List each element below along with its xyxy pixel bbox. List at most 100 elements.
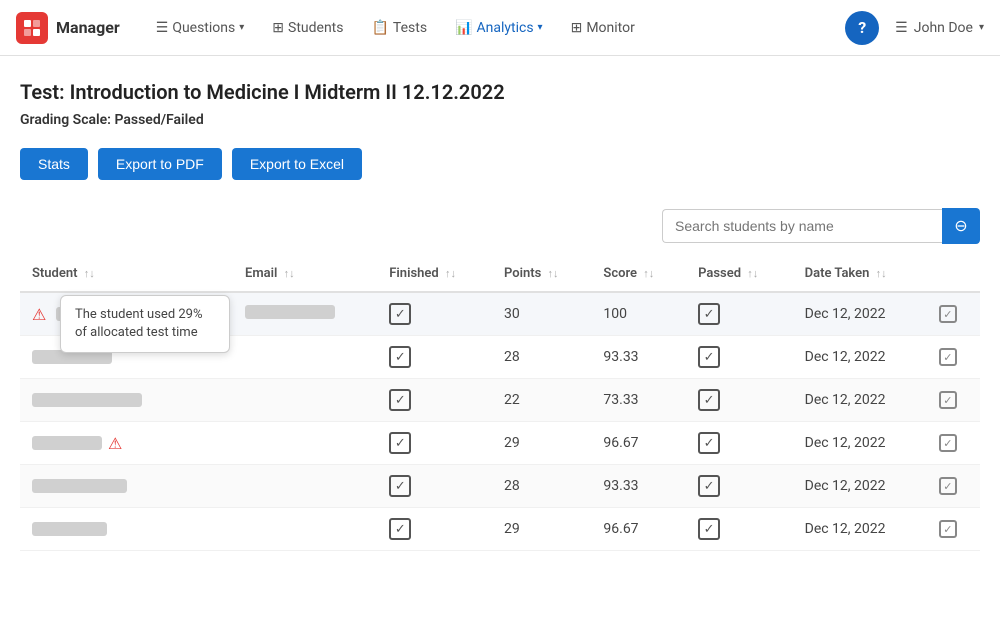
search-wrap: ⊖	[662, 208, 980, 244]
grading-scale: Grading Scale: Passed/Failed	[20, 112, 980, 128]
points-cell: 22	[492, 379, 591, 422]
questions-icon: ☰	[156, 20, 169, 36]
nav-monitor[interactable]: ⊞ Monitor	[559, 12, 647, 44]
nav-questions[interactable]: ☰ Questions ▾	[144, 12, 257, 44]
warning-icon: ⚠	[32, 305, 46, 324]
user-name: John Doe	[914, 20, 973, 36]
row-action-icon[interactable]: ✓	[939, 305, 957, 323]
nav-analytics[interactable]: 📊 Analytics ▾	[443, 12, 555, 44]
student-name-bar	[32, 479, 127, 493]
user-menu-icon: ☰	[895, 20, 908, 36]
students-label: Students	[288, 20, 343, 36]
passed-check-icon: ✓	[698, 303, 720, 325]
finished-check-icon: ✓	[389, 303, 411, 325]
row-action-icon[interactable]: ✓	[939, 520, 957, 538]
points-cell: 29	[492, 422, 591, 465]
score-cell: 93.33	[591, 336, 686, 379]
finished-cell: ✓	[377, 379, 492, 422]
passed-check-icon: ✓	[698, 389, 720, 411]
passed-cell: ✓	[686, 508, 793, 551]
passed-cell: ✓	[686, 336, 793, 379]
score-sort-icon: ↑↓	[643, 267, 654, 280]
monitor-label: Monitor	[586, 20, 635, 36]
passed-cell: ✓	[686, 292, 793, 336]
col-passed[interactable]: Passed ↑↓	[686, 256, 793, 292]
email-bar	[245, 305, 335, 319]
points-cell: 29	[492, 508, 591, 551]
analytics-arrow-icon: ▾	[538, 22, 543, 33]
user-arrow-icon: ▾	[979, 22, 984, 33]
passed-cell: ✓	[686, 422, 793, 465]
page-title: Test: Introduction to Medicine I Midterm…	[20, 80, 980, 104]
finished-check-icon: ✓	[389, 389, 411, 411]
nav-tests[interactable]: 📋 Tests	[359, 12, 439, 44]
search-button[interactable]: ⊖	[942, 208, 980, 244]
page-content: Test: Introduction to Medicine I Midterm…	[0, 56, 1000, 575]
table-body: ⚠The student used 29% of allocated test …	[20, 292, 980, 551]
email-cell	[233, 422, 377, 465]
student-cell	[20, 508, 233, 551]
row-action-icon[interactable]: ✓	[939, 348, 957, 366]
help-button[interactable]: ?	[845, 11, 879, 45]
export-pdf-button[interactable]: Export to PDF	[98, 148, 222, 180]
analytics-chart-icon: 📊	[455, 20, 472, 36]
action-cell: ✓	[927, 379, 980, 422]
questions-label: Questions	[172, 20, 235, 36]
row-action-icon[interactable]: ✓	[939, 434, 957, 452]
student-cell: ⚠The student used 29% of allocated test …	[20, 292, 233, 336]
brand[interactable]: Manager	[16, 12, 120, 44]
student-cell	[20, 465, 233, 508]
brand-icon	[16, 12, 48, 44]
student-sort-icon: ↑↓	[84, 267, 95, 280]
brand-name: Manager	[56, 18, 120, 37]
points-sort-icon: ↑↓	[548, 267, 559, 280]
passed-check-icon: ✓	[698, 475, 720, 497]
search-input[interactable]	[662, 209, 942, 243]
col-email[interactable]: Email ↑↓	[233, 256, 377, 292]
finished-check-icon: ✓	[389, 346, 411, 368]
date-cell: Dec 12, 2022	[793, 292, 927, 336]
col-date-taken[interactable]: Date Taken ↑↓	[793, 256, 927, 292]
students-table: Student ↑↓ Email ↑↓ Finished ↑↓ Points ↑…	[20, 256, 980, 551]
table-row: ✓2893.33✓Dec 12, 2022✓	[20, 465, 980, 508]
score-cell: 100	[591, 292, 686, 336]
warning-icon: ⚠	[108, 434, 122, 453]
table-row: ⚠✓2996.67✓Dec 12, 2022✓	[20, 422, 980, 465]
passed-check-icon: ✓	[698, 432, 720, 454]
table-row: ⚠The student used 29% of allocated test …	[20, 292, 980, 336]
nav-students[interactable]: ⊞ Students	[260, 12, 355, 44]
col-finished[interactable]: Finished ↑↓	[377, 256, 492, 292]
finished-check-icon: ✓	[389, 518, 411, 540]
passed-check-icon: ✓	[698, 518, 720, 540]
col-student[interactable]: Student ↑↓	[20, 256, 233, 292]
action-cell: ✓	[927, 422, 980, 465]
analytics-label: Analytics	[477, 20, 534, 36]
table-header: Student ↑↓ Email ↑↓ Finished ↑↓ Points ↑…	[20, 256, 980, 292]
table-row: ✓2273.33✓Dec 12, 2022✓	[20, 379, 980, 422]
col-score[interactable]: Score ↑↓	[591, 256, 686, 292]
email-cell	[233, 336, 377, 379]
export-excel-button[interactable]: Export to Excel	[232, 148, 362, 180]
students-grid-icon: ⊞	[272, 20, 284, 36]
col-points[interactable]: Points ↑↓	[492, 256, 591, 292]
row-action-icon[interactable]: ✓	[939, 391, 957, 409]
score-cell: 73.33	[591, 379, 686, 422]
action-buttons: Stats Export to PDF Export to Excel	[20, 148, 980, 180]
points-cell: 28	[492, 336, 591, 379]
col-actions	[927, 256, 980, 292]
email-sort-icon: ↑↓	[284, 267, 295, 280]
tests-label: Tests	[393, 20, 427, 36]
email-cell	[233, 379, 377, 422]
table-row: ✓2996.67✓Dec 12, 2022✓	[20, 508, 980, 551]
student-name-bar	[32, 436, 102, 450]
passed-check-icon: ✓	[698, 346, 720, 368]
date-sort-icon: ↑↓	[876, 267, 887, 280]
student-cell: ⚠	[20, 422, 233, 465]
finished-cell: ✓	[377, 336, 492, 379]
row-action-icon[interactable]: ✓	[939, 477, 957, 495]
score-cell: 96.67	[591, 422, 686, 465]
email-cell	[233, 292, 377, 336]
user-menu[interactable]: ☰ John Doe ▾	[895, 20, 984, 36]
stats-button[interactable]: Stats	[20, 148, 88, 180]
email-cell	[233, 465, 377, 508]
